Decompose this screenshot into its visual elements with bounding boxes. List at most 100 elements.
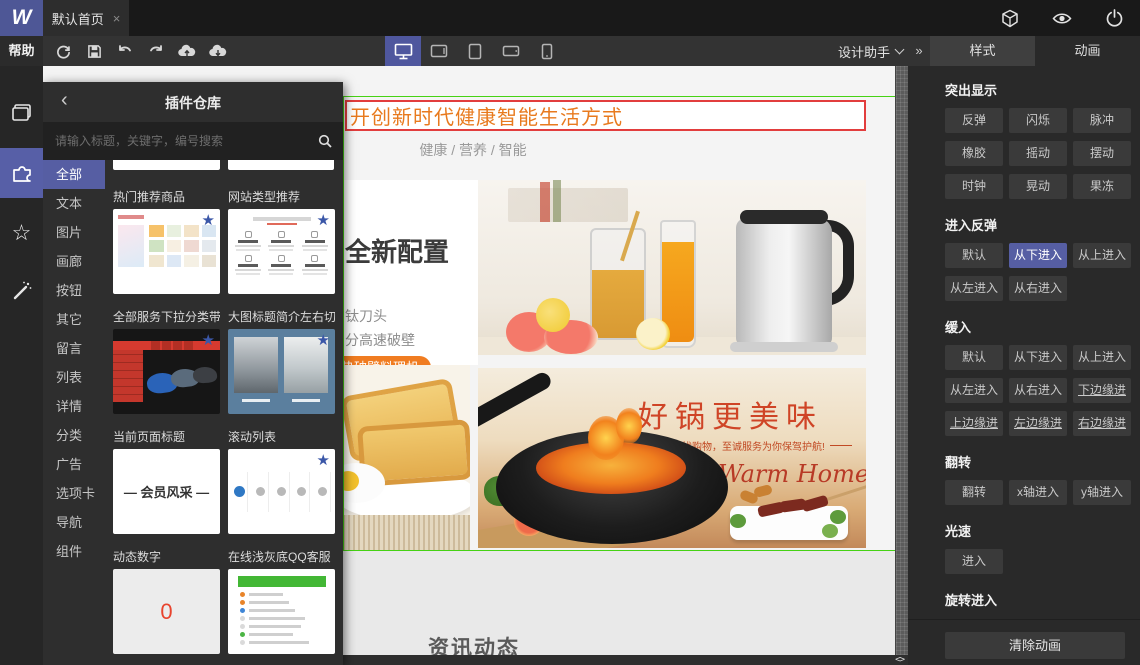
device-phone-landscape-button[interactable] <box>493 36 529 66</box>
category-item[interactable]: 画廊 <box>43 247 105 276</box>
power-icon[interactable] <box>1104 8 1124 28</box>
animation-button[interactable]: 从右进入 <box>1009 378 1067 403</box>
category-item[interactable]: 组件 <box>43 537 105 566</box>
plugin-card[interactable]: 网站类型推荐 ★ <box>228 174 335 294</box>
animation-button[interactable]: 从下进入 <box>1009 243 1067 268</box>
sidebar-item-plugins[interactable] <box>0 148 43 198</box>
category-item[interactable]: 留言 <box>43 334 105 363</box>
animation-button[interactable]: 左边缘进 <box>1009 411 1067 436</box>
headline-text-element[interactable]: 开创新时代健康智能生活方式 <box>345 100 866 131</box>
plugin-card-preview[interactable]: ★ <box>228 329 335 414</box>
close-tab-icon[interactable]: × <box>113 11 121 26</box>
plugin-card-preview[interactable]: — 会员风采 — <box>113 449 220 534</box>
animation-button[interactable]: 进入 <box>945 549 1003 574</box>
animation-button[interactable]: 从右进入 <box>1009 276 1067 301</box>
animation-button[interactable]: 翻转 <box>945 480 1003 505</box>
category-item[interactable]: 分类 <box>43 421 105 450</box>
plugin-card-preview[interactable]: 0 <box>113 569 220 654</box>
card-partial[interactable] <box>113 160 220 170</box>
animation-button[interactable]: 默认 <box>945 243 1003 268</box>
category-item[interactable]: 列表 <box>43 363 105 392</box>
category-item[interactable]: 全部 <box>43 160 105 189</box>
canvas-scrollbar[interactable] <box>895 66 908 655</box>
favorite-star-icon[interactable]: ★ <box>317 451 330 469</box>
animation-button[interactable]: 果冻 <box>1073 174 1131 199</box>
refresh-icon[interactable] <box>54 42 72 60</box>
category-item[interactable]: 其它 <box>43 305 105 334</box>
animation-button[interactable]: 时钟 <box>945 174 1003 199</box>
cloud-upload-icon[interactable] <box>178 42 196 60</box>
animation-button[interactable]: 摆动 <box>1073 141 1131 166</box>
category-item[interactable]: 详情 <box>43 392 105 421</box>
plugin-card[interactable]: 在线浅灰底QQ客服 <box>228 534 335 654</box>
plugin-card-preview[interactable]: ★ <box>113 329 220 414</box>
subtitle-text[interactable]: 健康 / 营养 / 智能 <box>373 140 573 160</box>
category-item[interactable]: 按钮 <box>43 276 105 305</box>
card-partial[interactable] <box>227 160 334 170</box>
preview-eye-icon[interactable] <box>1052 8 1072 28</box>
plugin-card-preview[interactable]: ★ <box>228 209 335 294</box>
animation-button[interactable]: 从上进入 <box>1073 243 1131 268</box>
app-logo[interactable]: W <box>0 0 43 36</box>
toast-photo[interactable] <box>343 365 470 551</box>
search-icon[interactable] <box>307 134 343 148</box>
plugin-card[interactable]: 动态数字 0 <box>113 534 220 654</box>
undo-icon[interactable] <box>116 42 134 60</box>
sidebar-item-favorites[interactable]: ☆ <box>0 208 43 258</box>
tab-animation[interactable]: 动画 <box>1035 36 1140 66</box>
redo-icon[interactable] <box>147 42 165 60</box>
animation-button[interactable]: 摇动 <box>1009 141 1067 166</box>
favorite-star-icon[interactable]: ★ <box>202 331 215 349</box>
animation-button[interactable]: 从上进入 <box>1073 345 1131 370</box>
animation-button[interactable]: 闪烁 <box>1009 108 1067 133</box>
plugin-card[interactable]: 大图标题简介左右切... ★ <box>228 294 335 414</box>
collapse-button[interactable]: » <box>908 36 930 66</box>
animation-button[interactable]: 从下进入 <box>1009 345 1067 370</box>
code-icon[interactable]: <> <box>895 655 905 665</box>
animation-button[interactable]: 下边缘进 <box>1073 378 1131 403</box>
plugin-card-preview[interactable]: ★ <box>228 449 335 534</box>
animation-button[interactable]: x轴进入 <box>1009 480 1067 505</box>
clear-animation-button[interactable]: 清除动画 <box>945 632 1125 659</box>
components-cube-icon[interactable] <box>1000 8 1020 28</box>
animation-button[interactable]: 上边缘进 <box>945 411 1003 436</box>
animation-button[interactable]: 脉冲 <box>1073 108 1131 133</box>
category-item[interactable]: 图片 <box>43 218 105 247</box>
animation-button[interactable]: y轴进入 <box>1073 480 1131 505</box>
plugin-card[interactable]: 全部服务下拉分类带... ★ <box>113 294 220 414</box>
plugin-card-preview[interactable]: ★ <box>113 209 220 294</box>
favorite-star-icon[interactable]: ★ <box>317 211 330 229</box>
plugin-search-input[interactable] <box>43 134 307 148</box>
sidebar-item-pages[interactable] <box>0 88 43 138</box>
animation-button[interactable]: 反弹 <box>945 108 1003 133</box>
device-desktop-button[interactable] <box>385 36 421 66</box>
category-item[interactable]: 选项卡 <box>43 479 105 508</box>
device-tablet-landscape-button[interactable] <box>421 36 457 66</box>
banner-button[interactable]: 热破壁料理机 <box>343 356 432 365</box>
page-tab[interactable]: 默认首页 × <box>43 0 129 36</box>
cloud-download-icon[interactable] <box>209 42 227 60</box>
help-button[interactable]: 帮助 <box>0 36 43 66</box>
favorite-star-icon[interactable]: ★ <box>202 211 215 229</box>
plugin-card[interactable]: 页眉2 <box>228 654 335 665</box>
animation-button[interactable]: 从左进入 <box>945 378 1003 403</box>
save-icon[interactable] <box>85 42 103 60</box>
kettle-photo[interactable] <box>478 180 866 355</box>
tab-style[interactable]: 样式 <box>930 36 1035 66</box>
plugin-card[interactable]: 联系我们 <box>113 654 220 665</box>
device-tablet-portrait-button[interactable] <box>457 36 493 66</box>
category-item[interactable]: 文本 <box>43 189 105 218</box>
wok-banner[interactable]: 好锅更美味 无忧购物，至诚服务为你保驾护航! Warm Home <box>478 368 866 548</box>
news-section-title[interactable]: 资讯动态 <box>428 632 520 655</box>
favorite-star-icon[interactable]: ★ <box>317 331 330 349</box>
plugin-card[interactable]: 当前页面标题 — 会员风采 — <box>113 414 220 534</box>
animation-button[interactable]: 橡胶 <box>945 141 1003 166</box>
category-item[interactable]: 广告 <box>43 450 105 479</box>
banner-text-block[interactable]: 全新配置 钛刀头 分高速破壁 热破壁料理机 <box>343 180 478 365</box>
sidebar-item-design-tools[interactable] <box>0 266 43 316</box>
animation-button[interactable]: 晃动 <box>1009 174 1067 199</box>
plugin-card[interactable]: 滚动列表 ★ <box>228 414 335 534</box>
plugin-card-preview[interactable] <box>228 569 335 654</box>
animation-button[interactable]: 默认 <box>945 345 1003 370</box>
device-phone-portrait-button[interactable] <box>529 36 565 66</box>
